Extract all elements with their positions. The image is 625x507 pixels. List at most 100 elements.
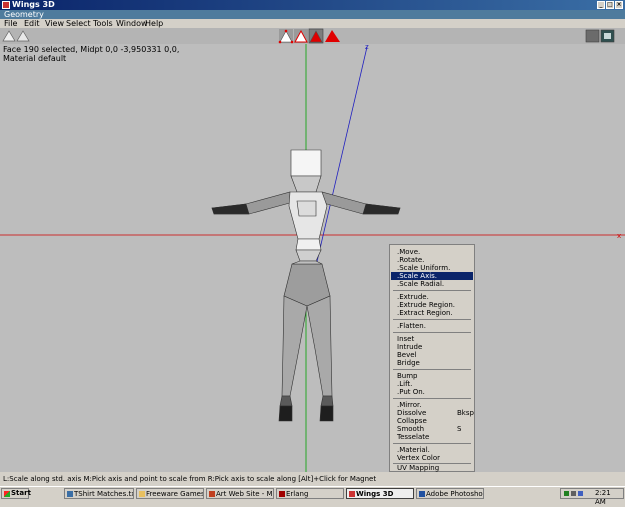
context-menu: .Move. .Rotate. .Scale Uniform. .Scale A… xyxy=(389,244,475,472)
wings-app-icon xyxy=(2,1,10,9)
minimize-icon[interactable]: _ xyxy=(597,1,605,9)
menu-item-smooth[interactable]: Smooth S xyxy=(397,425,473,433)
menu-item-label: .Scale Uniform. xyxy=(397,264,451,272)
vertex-mode-icon[interactable] xyxy=(2,30,16,42)
menu-item-intrude[interactable]: Intrude xyxy=(397,343,422,351)
taskbar-item-erlang[interactable]: Erlang xyxy=(276,488,344,499)
menu-item-bridge[interactable]: Bridge xyxy=(397,359,420,367)
face-select-icon[interactable] xyxy=(308,28,324,44)
taskbar-item-label: TShirt Matches.txt - ... xyxy=(74,490,133,498)
menu-item-dissolve[interactable]: Dissolve Bksp xyxy=(397,409,474,417)
taskbar-item-label: Wings 3D xyxy=(356,490,394,498)
taskbar-item-mozilla[interactable]: Art Web Site - Mozilla xyxy=(206,488,274,499)
selected-face xyxy=(295,238,322,251)
menu-item-label: .Flatten. xyxy=(397,322,426,330)
menu-item-label: .Scale Axis. xyxy=(397,272,438,280)
menu-item-label: .Material. xyxy=(397,446,430,454)
menu-item-put-on[interactable]: .Put On. xyxy=(397,388,425,396)
body-select-icon[interactable] xyxy=(324,29,341,43)
menu-item-label: UV Mapping xyxy=(397,464,440,472)
menu-item-label: Dissolve xyxy=(397,409,427,417)
volume-icon[interactable] xyxy=(571,491,576,496)
menu-select[interactable]: Select xyxy=(66,19,91,28)
taskbar-item-label: Freeware Games xyxy=(146,490,204,498)
menu-separator xyxy=(393,290,471,291)
right-foot xyxy=(319,405,334,422)
start-label: Start xyxy=(11,489,31,497)
menu-item-extrude[interactable]: .Extrude. xyxy=(397,293,429,301)
menu-item-lift[interactable]: .Lift. xyxy=(397,380,412,388)
right-leg xyxy=(306,295,333,397)
menu-item-label: Smooth xyxy=(397,425,425,433)
menu-tools[interactable]: Tools xyxy=(93,19,113,28)
axis-z-label: z xyxy=(365,44,369,51)
menu-item-scale-axis[interactable]: .Scale Axis. xyxy=(391,272,473,280)
menu-separator xyxy=(393,332,471,333)
edge-mode-icon[interactable] xyxy=(16,30,30,42)
menu-view[interactable]: View xyxy=(45,19,64,28)
menu-item-label: Bump xyxy=(397,372,418,380)
notepad-icon xyxy=(67,491,73,497)
menu-edit[interactable]: Edit xyxy=(24,19,40,28)
taskbar-item-photoshop[interactable]: Adobe Photoshop xyxy=(416,488,484,499)
mozilla-icon xyxy=(209,491,215,497)
taskbar-item-label: Art Web Site - Mozilla xyxy=(216,490,273,498)
menu-item-label: .Scale Radial. xyxy=(397,280,445,288)
taskbar-item-folder[interactable]: Freeware Games xyxy=(136,488,204,499)
system-tray: 2:21 AM xyxy=(560,488,624,506)
left-foot xyxy=(278,405,293,422)
wireframe-icon[interactable] xyxy=(600,29,615,43)
menu-item-extrude-region[interactable]: .Extrude Region. xyxy=(397,301,455,309)
menu-item-rotate[interactable]: .Rotate. xyxy=(397,256,424,264)
menu-item-move[interactable]: .Move. xyxy=(397,248,420,256)
head xyxy=(290,149,322,177)
menu-item-shortcut: Bksp xyxy=(457,409,474,417)
menu-separator xyxy=(393,369,471,370)
taskbar-item-notepad[interactable]: TShirt Matches.txt - ... xyxy=(64,488,134,499)
maximize-icon[interactable]: □ xyxy=(606,1,614,9)
menu-separator xyxy=(393,443,471,444)
menu-item-label: Bevel xyxy=(397,351,417,359)
windows-logo-icon xyxy=(4,491,10,497)
clock[interactable]: 2:21 AM xyxy=(595,489,623,507)
menu-item-label: Tesselate xyxy=(397,433,430,441)
menu-item-extract-region[interactable]: .Extract Region. xyxy=(397,309,453,317)
taskbar-item-label: Erlang xyxy=(286,490,309,498)
menu-item-tesselate[interactable]: Tesselate xyxy=(397,433,429,441)
menu-item-label: .Put On. xyxy=(397,388,425,396)
vertex-select-icon[interactable] xyxy=(278,29,294,44)
menu-item-label: .Extrude. xyxy=(397,293,429,301)
menu-item-label: .Rotate. xyxy=(397,256,425,264)
menu-item-label: Collapse xyxy=(397,417,427,425)
menu-item-collapse[interactable]: Collapse xyxy=(397,417,427,425)
start-button[interactable]: Start xyxy=(1,488,31,499)
geometry-window-header: Geometry xyxy=(0,10,625,19)
edge-select-icon[interactable] xyxy=(294,29,308,43)
menu-item-flatten[interactable]: .Flatten. xyxy=(397,322,426,330)
tray-app-icon[interactable] xyxy=(578,491,583,496)
taskbar-item-wings3d[interactable]: Wings 3D xyxy=(346,488,414,499)
menu-item-vertex-color[interactable]: Vertex Color xyxy=(397,454,440,462)
menu-window[interactable]: Window xyxy=(116,19,148,28)
menu-item-bump[interactable]: Bump xyxy=(397,372,418,380)
menu-item-shortcut: S xyxy=(457,425,462,433)
network-icon[interactable] xyxy=(564,491,569,496)
menu-item-scale-uniform[interactable]: .Scale Uniform. xyxy=(397,264,450,272)
smooth-preview-icon[interactable] xyxy=(585,29,600,43)
menu-item-mirror[interactable]: .Mirror. xyxy=(397,401,421,409)
menu-item-inset[interactable]: Inset xyxy=(397,335,414,343)
wings-icon xyxy=(349,491,355,497)
3d-viewport[interactable]: Face 190 selected, Midpt 0,0 -3,950331 0… xyxy=(0,44,625,472)
menu-file[interactable]: File xyxy=(4,19,17,28)
folder-icon xyxy=(139,491,145,497)
taskbar: Start TShirt Matches.txt - ... Freeware … xyxy=(0,486,625,506)
menu-item-label: .Extract Region. xyxy=(397,309,453,317)
close-icon[interactable]: × xyxy=(615,1,623,9)
menu-item-label: .Extrude Region. xyxy=(397,301,456,309)
menu-item-material[interactable]: .Material. xyxy=(397,446,430,454)
menu-item-scale-radial[interactable]: .Scale Radial. xyxy=(397,280,444,288)
menu-help[interactable]: Help xyxy=(145,19,163,28)
menu-item-bevel[interactable]: Bevel xyxy=(397,351,417,359)
menu-item-uv-mapping[interactable]: UV Mapping xyxy=(397,464,439,472)
erlang-icon xyxy=(279,491,285,497)
